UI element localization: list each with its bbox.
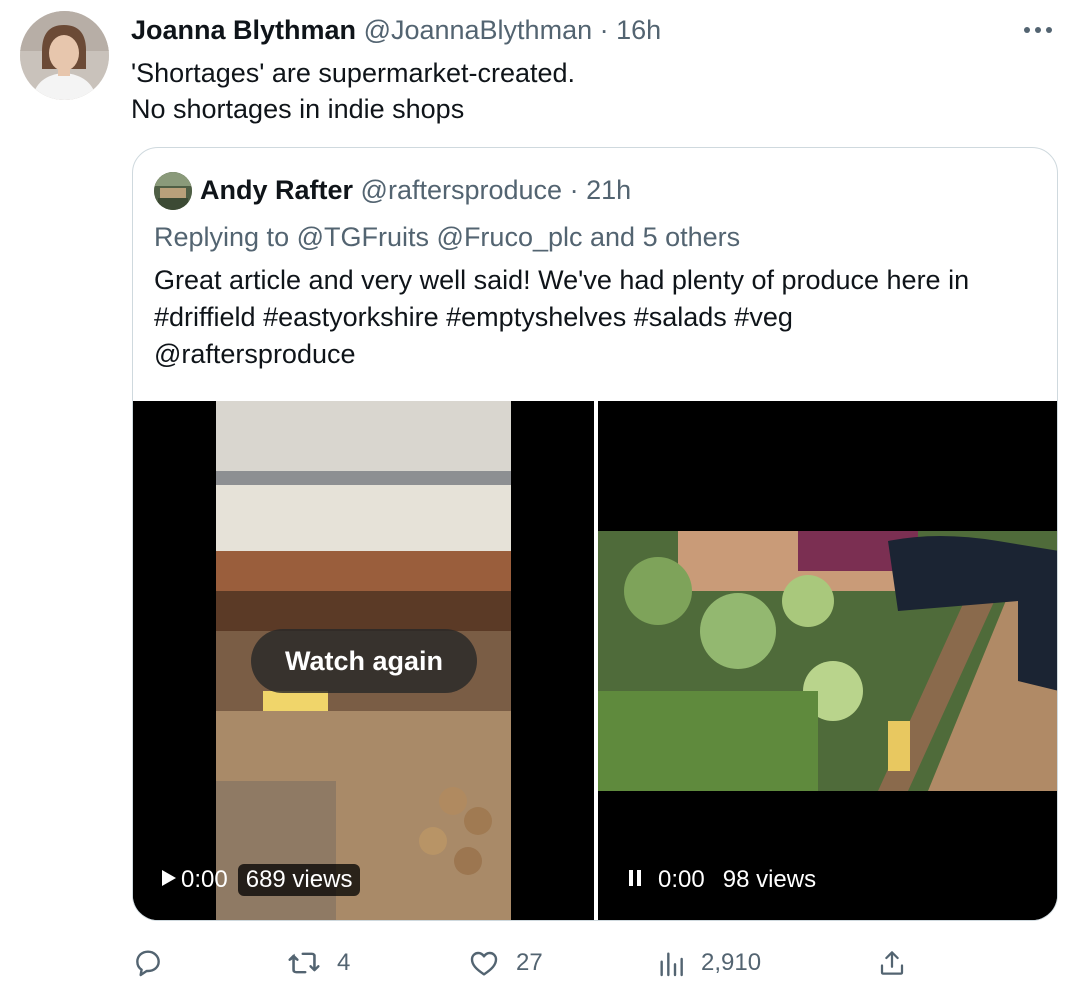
replying-suffix[interactable]: and 5 others	[590, 222, 740, 252]
quoted-text-line: @raftersproduce	[154, 339, 356, 369]
author-handle[interactable]: @JoannaBlythman	[364, 15, 593, 45]
watch-again-button[interactable]: Watch again	[251, 629, 477, 693]
share-button[interactable]	[877, 945, 907, 981]
share-icon	[880, 951, 904, 975]
tweet-text-line: 'Shortages' are supermarket-created.	[131, 58, 576, 88]
mention-link[interactable]: @TGFruits	[297, 222, 429, 252]
more-icon[interactable]	[1018, 12, 1058, 48]
video-thumbnail	[598, 401, 1057, 920]
views-count: 2,910	[701, 949, 762, 976]
video-views: 98 views	[722, 866, 817, 893]
video-player-1[interactable]: Watch again 0:00 689 views	[133, 401, 594, 920]
quoted-text-line: Great article and very well said! We've …	[154, 265, 970, 295]
separator-dot: ·	[569, 175, 579, 205]
video-controls: 0:00 689 views	[161, 864, 361, 896]
video-views: 689 views	[237, 864, 361, 896]
views-button[interactable]: 2,910	[657, 945, 761, 981]
author-avatar[interactable]	[20, 11, 109, 100]
quoted-text: Great article and very well said! We've …	[154, 262, 1034, 373]
quoted-author-name[interactable]: Andy Rafter	[200, 175, 353, 205]
quoted-author-handle[interactable]: @raftersproduce	[361, 175, 563, 205]
replying-to: Replying to @TGFruits @Fruco_plc and 5 o…	[154, 220, 740, 254]
like-icon	[470, 951, 498, 976]
retweet-button[interactable]: 4	[287, 945, 350, 981]
video-player-2[interactable]: 0:00 98 views	[598, 401, 1057, 920]
video-time: 0:00	[658, 866, 705, 893]
quoted-tweet[interactable]: Andy Rafter @raftersproduce · 21h Replyi…	[132, 147, 1058, 921]
video-controls: 0:00 98 views	[628, 864, 816, 896]
play-icon[interactable]	[161, 866, 177, 894]
reply-icon	[136, 950, 160, 977]
quoted-author-avatar	[154, 172, 192, 210]
tweet-header: Joanna Blythman @JoannaBlythman · 16h	[131, 14, 661, 46]
pause-icon[interactable]	[628, 866, 642, 894]
tweet-text-line: No shortages in indie shops	[131, 94, 465, 124]
action-bar: 4 27 2,910	[132, 945, 1058, 981]
quoted-header: Andy Rafter @raftersproduce · 21h	[200, 174, 631, 206]
views-icon	[660, 952, 683, 977]
quoted-time[interactable]: 21h	[586, 175, 631, 205]
separator-dot: ·	[599, 15, 609, 45]
mention-link[interactable]: @Fruco_plc	[437, 222, 583, 252]
video-time: 0:00	[181, 866, 228, 893]
like-count: 27	[516, 949, 543, 976]
media-grid: Watch again 0:00 689 views 0:00 98 views	[133, 401, 1057, 920]
retweet-icon	[288, 952, 320, 974]
tweet-text: 'Shortages' are supermarket-created. No …	[131, 55, 575, 127]
tweet-time[interactable]: 16h	[616, 15, 661, 45]
author-name[interactable]: Joanna Blythman	[131, 15, 356, 45]
like-button[interactable]: 27	[468, 945, 543, 981]
reply-button[interactable]	[132, 945, 180, 981]
quoted-text-line: #driffield #eastyorkshire #emptyshelves …	[154, 302, 793, 332]
replying-prefix: Replying to	[154, 222, 290, 252]
retweet-count: 4	[337, 949, 351, 976]
